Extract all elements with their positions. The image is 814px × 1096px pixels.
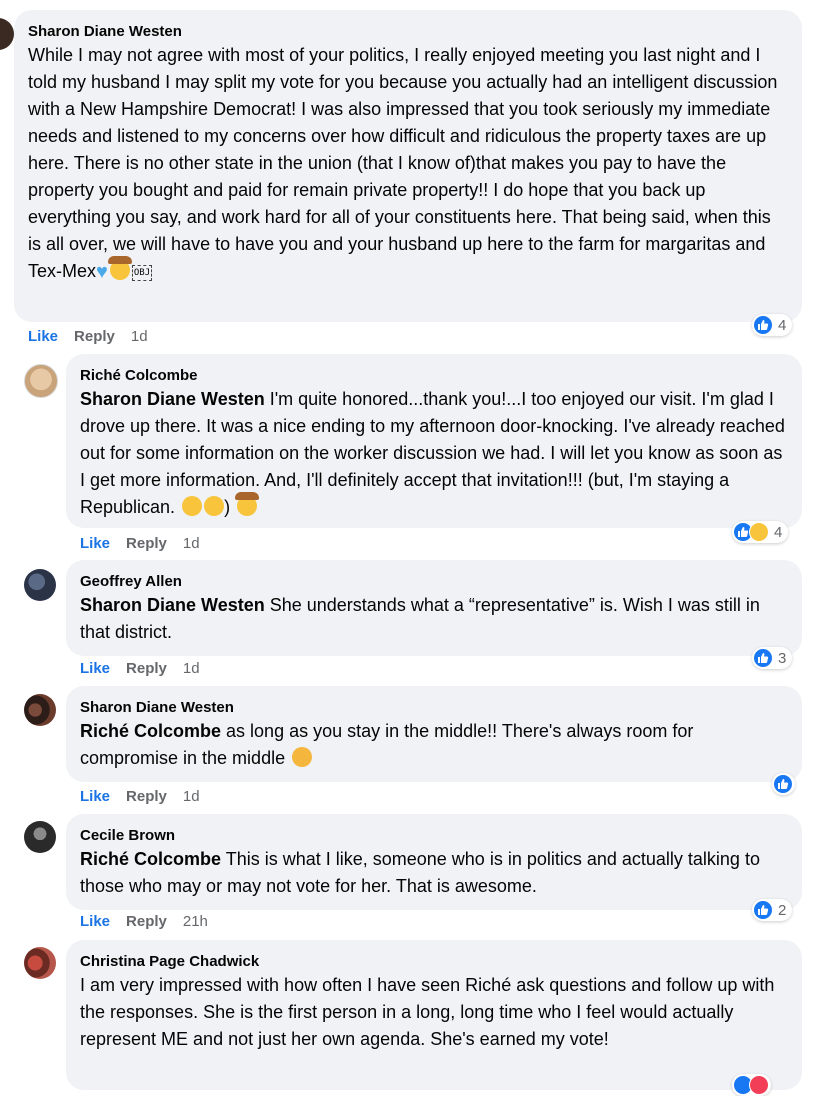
comment-author[interactable]: Sharon Diane Westen bbox=[80, 698, 788, 718]
comment-bubble: Sharon Diane Westen While I may not agre… bbox=[14, 10, 802, 322]
avatar[interactable] bbox=[24, 947, 56, 979]
comment-author[interactable]: Cecile Brown bbox=[80, 826, 788, 846]
reaction-number: 4 bbox=[778, 316, 787, 334]
comment-timestamp[interactable]: 1d bbox=[131, 327, 148, 347]
comment-text: Sharon Diane Westen She understands what… bbox=[80, 595, 760, 642]
comment-bubble: Sharon Diane Westen Riché Colcombe as lo… bbox=[66, 686, 802, 782]
comment-bubble: Cecile Brown Riché Colcombe This is what… bbox=[66, 814, 802, 910]
like-button[interactable]: Like bbox=[80, 659, 110, 679]
comment-timestamp[interactable]: 1d bbox=[183, 659, 200, 679]
reply-button[interactable]: Reply bbox=[126, 659, 167, 679]
comment-actions: Like Reply 1d bbox=[80, 659, 200, 679]
comment-actions: Like Reply 1d bbox=[28, 327, 148, 347]
reaction-count[interactable] bbox=[732, 1074, 771, 1096]
reply-button[interactable]: Reply bbox=[74, 327, 115, 347]
blue-heart-emoji-icon: ♥ bbox=[96, 261, 108, 283]
reaction-number: 2 bbox=[778, 901, 787, 919]
reply-button[interactable]: Reply bbox=[126, 912, 167, 932]
comment-timestamp[interactable]: 1d bbox=[183, 534, 200, 554]
comment-actions: Like Reply 1d bbox=[80, 787, 200, 807]
comment-bubble: Geoffrey Allen Sharon Diane Westen She u… bbox=[66, 560, 802, 656]
comment-timestamp[interactable]: 21h bbox=[183, 912, 208, 932]
like-reaction-icon bbox=[753, 900, 773, 920]
like-reaction-icon bbox=[753, 315, 773, 335]
comment-author[interactable]: Geoffrey Allen bbox=[80, 572, 788, 592]
cowboy-emoji-icon bbox=[235, 492, 260, 516]
avatar[interactable] bbox=[24, 569, 56, 601]
comment-bubble: Riché Colcombe Sharon Diane Westen I'm q… bbox=[66, 354, 802, 528]
avatar[interactable] bbox=[24, 364, 58, 398]
comment-author[interactable]: Sharon Diane Westen bbox=[28, 22, 788, 42]
comment-text: Sharon Diane Westen I'm quite honored...… bbox=[80, 389, 785, 517]
object-replacement-glyph: OBJ bbox=[131, 265, 153, 281]
comment-timestamp[interactable]: 1d bbox=[183, 787, 200, 807]
reaction-count[interactable]: 3 bbox=[752, 647, 793, 669]
like-button[interactable]: Like bbox=[80, 912, 110, 932]
mention-link[interactable]: Sharon Diane Westen bbox=[80, 595, 265, 615]
reaction-count[interactable]: 4 bbox=[752, 314, 793, 336]
reaction-count[interactable]: 4 bbox=[732, 521, 789, 543]
avatar[interactable] bbox=[24, 821, 56, 853]
reaction-number: 3 bbox=[778, 649, 787, 667]
smiling-emoji-icon bbox=[292, 747, 313, 767]
mention-link[interactable]: Riché Colcombe bbox=[80, 721, 221, 741]
love-reaction-icon bbox=[749, 1075, 769, 1095]
winking-tongue-emoji-icon bbox=[182, 496, 203, 516]
haha-reaction-icon bbox=[749, 522, 769, 542]
like-button[interactable]: Like bbox=[80, 787, 110, 807]
like-button[interactable]: Like bbox=[80, 534, 110, 554]
avatar[interactable] bbox=[24, 694, 56, 726]
comment-author[interactable]: Christina Page Chadwick bbox=[80, 952, 788, 972]
like-reaction-icon bbox=[773, 774, 793, 794]
cowboy-emoji-icon bbox=[107, 256, 132, 280]
comment-actions: Like Reply 1d bbox=[80, 534, 200, 554]
comment-author[interactable]: Riché Colcombe bbox=[80, 366, 788, 386]
reply-button[interactable]: Reply bbox=[126, 787, 167, 807]
comment-text: Riché Colcombe as long as you stay in th… bbox=[80, 721, 694, 768]
mention-link[interactable]: Riché Colcombe bbox=[80, 849, 221, 869]
reaction-number: 4 bbox=[774, 523, 783, 541]
reaction-count[interactable]: 2 bbox=[752, 899, 793, 921]
laughing-emoji-icon bbox=[204, 496, 225, 516]
comment-text: Riché Colcombe This is what I like, some… bbox=[80, 849, 760, 896]
reply-button[interactable]: Reply bbox=[126, 534, 167, 554]
reaction-count[interactable] bbox=[772, 773, 795, 795]
comment-bubble: Christina Page Chadwick I am very impres… bbox=[66, 940, 802, 1090]
like-button[interactable]: Like bbox=[28, 327, 58, 347]
like-reaction-icon bbox=[753, 648, 773, 668]
avatar[interactable] bbox=[0, 18, 14, 50]
comment-text: I am very impressed with how often I hav… bbox=[80, 975, 775, 1049]
mention-link[interactable]: Sharon Diane Westen bbox=[80, 389, 265, 409]
comment-text: While I may not agree with most of your … bbox=[28, 45, 778, 283]
comment-actions: Like Reply 21h bbox=[80, 912, 208, 932]
